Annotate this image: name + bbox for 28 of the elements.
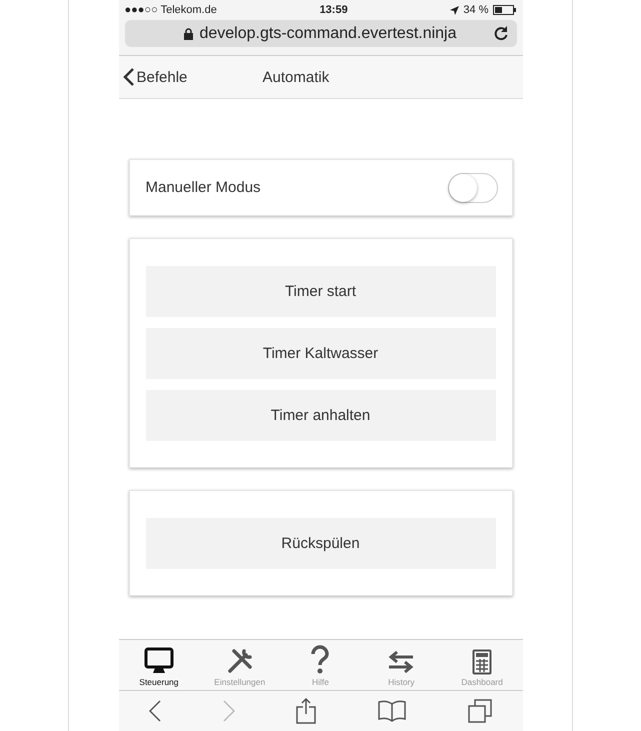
tabs-icon[interactable] bbox=[468, 699, 492, 723]
monitor-icon bbox=[144, 647, 174, 675]
battery-icon bbox=[492, 5, 516, 15]
page-title: Automatik bbox=[262, 68, 330, 86]
chevron-left-icon bbox=[122, 68, 134, 86]
action-button[interactable]: Timer Kaltwasser bbox=[146, 328, 496, 379]
reload-icon[interactable] bbox=[492, 25, 508, 41]
action-button[interactable]: Timer anhalten bbox=[146, 390, 496, 441]
tab-item[interactable]: Steuerung bbox=[118, 640, 200, 690]
swap-arrows-icon bbox=[387, 649, 416, 675]
question-icon bbox=[310, 645, 330, 675]
action-button[interactable]: Rückspülen bbox=[146, 518, 496, 569]
share-icon[interactable] bbox=[296, 698, 316, 724]
location-icon bbox=[450, 6, 460, 14]
clock-text: 13:59 bbox=[320, 4, 348, 16]
book-icon[interactable] bbox=[378, 700, 406, 722]
back-icon[interactable] bbox=[149, 700, 162, 722]
calculator-icon bbox=[472, 649, 492, 675]
lock-icon bbox=[184, 28, 194, 40]
address-bar[interactable]: develop.gts-command.evertest.ninja bbox=[124, 20, 516, 47]
tools-icon bbox=[226, 647, 254, 675]
carrier-text: ●●●○○ Telekom.de bbox=[124, 4, 217, 16]
toggle-label: Manueller Modus bbox=[146, 179, 261, 196]
back-button[interactable]: Befehle bbox=[122, 68, 262, 86]
action-button[interactable]: Timer start bbox=[146, 266, 496, 317]
url-text: develop.gts-command.evertest.ninja bbox=[199, 24, 457, 42]
toggle-switch[interactable] bbox=[448, 172, 498, 202]
battery-text: 34 % bbox=[463, 4, 488, 16]
